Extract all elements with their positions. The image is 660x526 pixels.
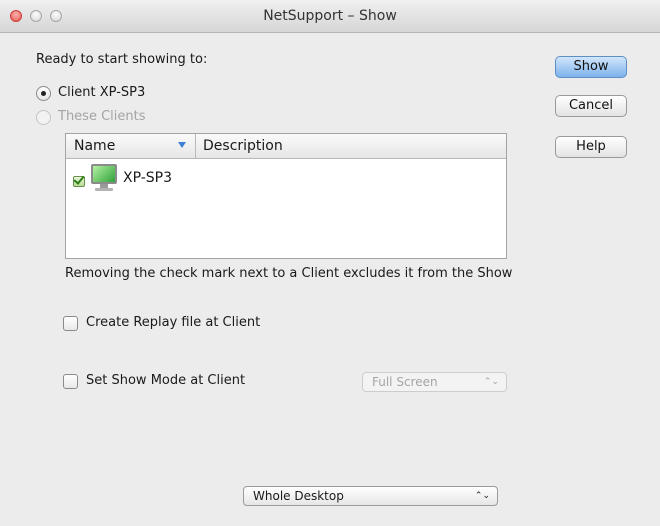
client-radio[interactable] <box>36 86 51 101</box>
desktop-select-value: Whole Desktop <box>253 489 344 503</box>
column-header-description[interactable]: Description <box>203 138 283 154</box>
column-divider[interactable] <box>195 134 196 158</box>
computer-monitor-icon <box>91 164 117 192</box>
desktop-select[interactable]: Whole Desktop ⌃⌄ <box>243 486 498 506</box>
list-header: Name Description <box>66 134 506 159</box>
show-mode-select[interactable]: Full Screen ⌃⌄ <box>362 372 507 392</box>
these-clients-radio-label[interactable]: These Clients <box>58 109 146 124</box>
set-show-mode-checkbox[interactable] <box>63 374 78 389</box>
set-show-mode-label[interactable]: Set Show Mode at Client <box>86 373 245 388</box>
show-button[interactable]: Show <box>555 56 627 78</box>
cancel-button[interactable]: Cancel <box>555 95 627 117</box>
updown-arrows-icon: ⌃⌄ <box>483 377 499 387</box>
client-list[interactable]: Name Description XP-SP3 <box>65 133 507 259</box>
create-replay-label[interactable]: Create Replay file at Client <box>86 315 260 330</box>
client-name: XP-SP3 <box>123 170 173 186</box>
help-button[interactable]: Help <box>555 136 627 158</box>
ready-heading: Ready to start showing to: <box>36 52 208 67</box>
create-replay-checkbox[interactable] <box>63 316 78 331</box>
window-title: NetSupport – Show <box>263 8 397 24</box>
client-include-checkbox[interactable] <box>73 176 85 187</box>
sort-descending-icon[interactable] <box>178 142 186 148</box>
column-header-name[interactable]: Name <box>74 138 115 154</box>
exclude-hint-text: Removing the check mark next to a Client… <box>65 266 513 281</box>
client-radio-label[interactable]: Client XP-SP3 <box>58 85 145 100</box>
show-dialog-window: NetSupport – Show Ready to start showing… <box>0 0 660 526</box>
show-mode-value: Full Screen <box>372 375 438 389</box>
updown-arrows-icon: ⌃⌄ <box>474 491 490 501</box>
these-clients-radio[interactable] <box>36 110 51 125</box>
title-bar: NetSupport – Show <box>0 0 660 33</box>
